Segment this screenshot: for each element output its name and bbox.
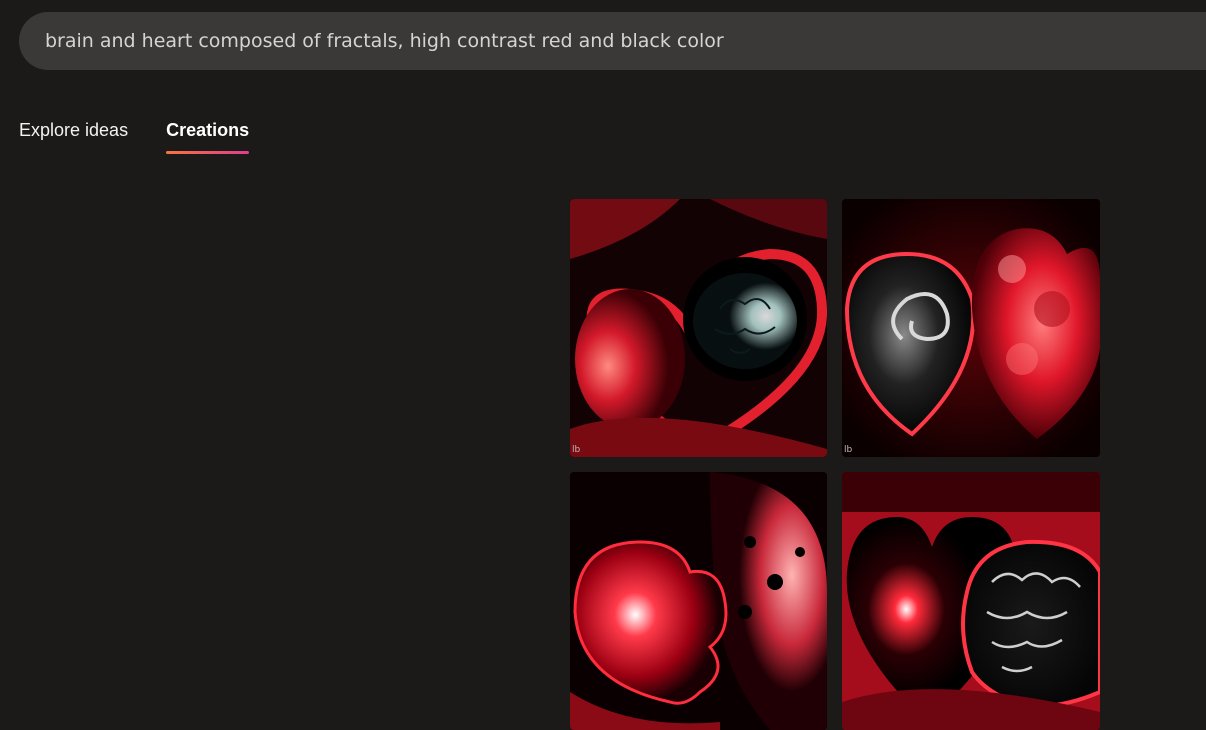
generated-image-2[interactable]: lb: [842, 199, 1100, 457]
prompt-text: brain and heart composed of fractals, hi…: [45, 30, 724, 52]
generated-image-3-art: [570, 472, 827, 730]
tab-bar: Explore ideas Creations: [19, 118, 250, 154]
generated-image-3[interactable]: [570, 472, 827, 730]
generated-image-4-art: [842, 472, 1100, 730]
tab-creations[interactable]: Creations: [166, 118, 250, 154]
image-results-grid: lb lb: [570, 199, 1100, 730]
prompt-input[interactable]: brain and heart composed of fractals, hi…: [19, 12, 1206, 70]
generated-image-1[interactable]: lb: [570, 199, 827, 457]
image-watermark: lb: [572, 445, 581, 455]
generated-image-1-art: [570, 199, 827, 457]
image-watermark: lb: [844, 445, 853, 455]
tab-explore-ideas[interactable]: Explore ideas: [19, 118, 128, 154]
generated-image-4[interactable]: [842, 472, 1100, 730]
generated-image-2-art: [842, 199, 1100, 457]
